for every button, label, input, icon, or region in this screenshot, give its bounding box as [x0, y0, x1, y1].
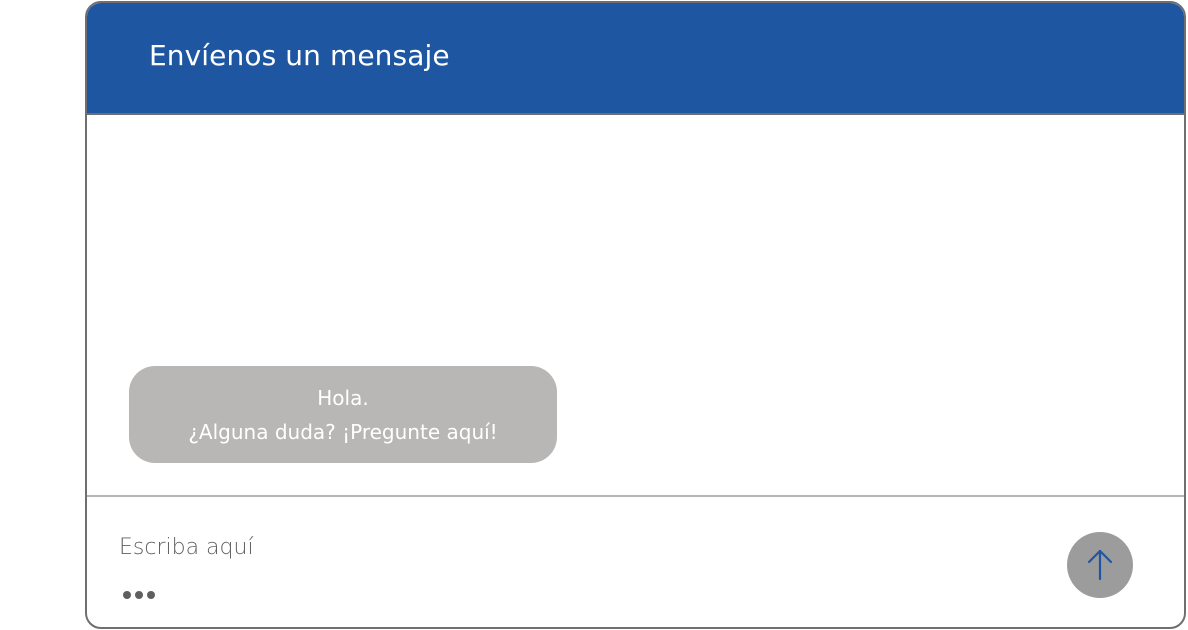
chat-widget: Envíenos un mensaje Hola. ¿Alguna duda? … — [85, 1, 1186, 629]
message-composer — [87, 497, 1184, 627]
message-line-greeting: Hola. — [317, 385, 369, 410]
typing-dot — [147, 591, 155, 599]
send-button[interactable] — [1067, 532, 1133, 598]
message-input[interactable] — [119, 531, 1019, 563]
typing-dot — [135, 591, 143, 599]
typing-dot — [123, 591, 131, 599]
typing-dots-icon — [123, 591, 155, 599]
arrow-up-icon — [1087, 549, 1113, 581]
message-list: Hola. ¿Alguna duda? ¡Pregunte aquí! — [87, 115, 1184, 495]
message-bubble: Hola. ¿Alguna duda? ¡Pregunte aquí! — [129, 366, 557, 463]
chat-header-title: Envíenos un mensaje — [149, 39, 450, 72]
chat-header: Envíenos un mensaje — [87, 3, 1184, 115]
message-line-question: ¿Alguna duda? ¡Pregunte aquí! — [188, 419, 498, 444]
